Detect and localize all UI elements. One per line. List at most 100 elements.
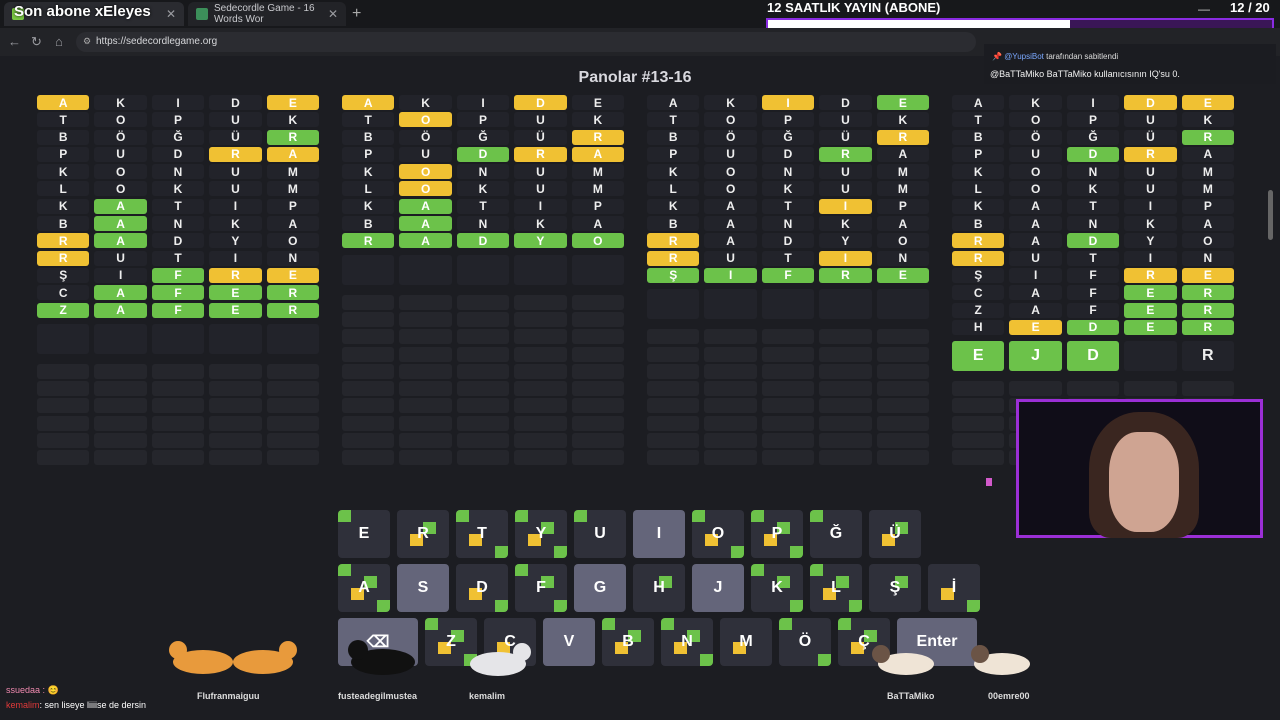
- letter-tile: [37, 415, 90, 431]
- key-T[interactable]: T: [456, 510, 508, 558]
- guess-row: BANKA: [647, 216, 930, 233]
- home-icon[interactable]: ⌂: [55, 34, 63, 49]
- key-L[interactable]: L: [810, 564, 862, 612]
- cat-username: Flufranmaiguu: [197, 691, 260, 701]
- guess-row: BÖĞÜR: [647, 129, 930, 147]
- letter-tile: [456, 346, 510, 362]
- key-O[interactable]: O: [692, 510, 744, 558]
- board-status-marker: [495, 600, 508, 612]
- key-label: Ğ: [829, 525, 843, 542]
- letter-tile: R: [952, 233, 1005, 249]
- stream-goal-title: 12 SAATLIK YAYIN (ABONE): [767, 0, 941, 15]
- key-Ş[interactable]: Ş: [869, 564, 921, 612]
- key-S[interactable]: S: [397, 564, 449, 612]
- letter-tile: K: [1124, 216, 1177, 232]
- letter-tile: N: [151, 216, 205, 232]
- letter-tile: R: [1181, 319, 1235, 335]
- scrollbar-thumb[interactable]: [1268, 190, 1273, 240]
- key-K[interactable]: K: [751, 564, 803, 612]
- letter-tile: T: [761, 250, 815, 266]
- letter-tile: K: [456, 181, 510, 197]
- letter-tile: [571, 363, 625, 379]
- key-Y[interactable]: Y: [515, 510, 567, 558]
- new-tab-icon[interactable]: +: [352, 5, 361, 23]
- guess-row: BÖĞÜR: [952, 129, 1235, 147]
- board-14: AKIDETOPUKBÖĞÜRPUDRAKONUMLOKUMKATIPBANKA…: [342, 95, 625, 468]
- key-I[interactable]: I: [633, 510, 685, 558]
- guess-row: KATIP: [37, 198, 320, 216]
- key-J[interactable]: J: [692, 564, 744, 612]
- letter-tile: B: [37, 216, 90, 232]
- key-label: Ç: [858, 633, 870, 650]
- close-tab-icon[interactable]: ✕: [166, 7, 176, 21]
- key-A[interactable]: A: [338, 564, 390, 612]
- guess-row: ŞIFRE: [37, 267, 320, 285]
- close-tab-icon[interactable]: ✕: [328, 7, 338, 21]
- key-E[interactable]: E: [338, 510, 390, 558]
- guess-row: RUTIN: [952, 250, 1235, 268]
- key-M[interactable]: M: [720, 618, 772, 666]
- guess-row: RUTIN: [37, 250, 320, 268]
- guess-row: [37, 415, 320, 433]
- letter-tile: P: [456, 112, 510, 128]
- key-label: H: [653, 579, 665, 596]
- letter-tile: A: [94, 198, 147, 214]
- letter-tile: [266, 450, 320, 466]
- letter-tile: U: [1124, 164, 1177, 180]
- letter-tile: U: [704, 146, 757, 162]
- letter-tile: Ğ: [456, 129, 510, 145]
- key-F[interactable]: F: [515, 564, 567, 612]
- url-field[interactable]: ⚙ https://sedecordlegame.org: [76, 32, 976, 52]
- guess-row: [342, 254, 625, 291]
- letter-tile: O: [399, 112, 452, 128]
- key-V[interactable]: V: [543, 618, 595, 666]
- key-G[interactable]: G: [574, 564, 626, 612]
- guess-row: KATIP: [342, 198, 625, 216]
- letter-tile: A: [399, 198, 452, 214]
- board-status-marker: [554, 600, 567, 612]
- key-label: I: [656, 525, 662, 542]
- key-N[interactable]: N: [661, 618, 713, 666]
- letter-tile: A: [1009, 198, 1062, 214]
- letter-tile: N: [456, 164, 510, 180]
- key-P[interactable]: P: [751, 510, 803, 558]
- board-status-marker: [495, 546, 508, 558]
- letter-tile: K: [704, 95, 757, 110]
- guess-row: RADYO: [37, 233, 320, 250]
- board-status-marker: [751, 564, 764, 576]
- key-İ[interactable]: İ: [928, 564, 980, 612]
- minimize-icon[interactable]: —: [1198, 2, 1210, 16]
- letter-tile: [761, 346, 815, 362]
- guess-row: ZAFER: [952, 302, 1235, 320]
- key-U[interactable]: U: [574, 510, 626, 558]
- key-D[interactable]: D: [456, 564, 508, 612]
- guess-row: LOKUM: [37, 181, 320, 198]
- letter-tile: [399, 363, 452, 379]
- key-R[interactable]: R: [397, 510, 449, 558]
- letter-tile: D: [1066, 341, 1120, 372]
- key-B[interactable]: B: [602, 618, 654, 666]
- guess-row: [37, 398, 320, 415]
- key-H[interactable]: H: [633, 564, 685, 612]
- tab-sedecordle[interactable]: Sedecordle Game - 16 Words Wor ✕: [188, 2, 346, 26]
- key-Ğ[interactable]: Ğ: [810, 510, 862, 558]
- mouse-cursor-icon: [986, 478, 992, 486]
- reload-icon[interactable]: ↻: [31, 34, 42, 50]
- letter-tile: P: [952, 146, 1005, 162]
- key-Ü[interactable]: Ü: [869, 510, 921, 558]
- letter-tile: E: [209, 302, 262, 318]
- board-status-marker: [751, 510, 764, 522]
- letter-tile: O: [94, 164, 147, 180]
- letter-tile: [151, 450, 205, 466]
- letter-tile: Ş: [37, 267, 90, 283]
- key-Ö[interactable]: Ö: [779, 618, 831, 666]
- letter-tile: [266, 323, 320, 354]
- letter-tile: J: [1009, 341, 1062, 372]
- letter-tile: T: [151, 198, 205, 214]
- letter-tile: R: [1181, 302, 1235, 318]
- letter-tile: R: [37, 233, 90, 249]
- letter-tile: [209, 363, 262, 379]
- back-icon[interactable]: ←: [8, 34, 21, 49]
- letter-tile: R: [37, 250, 90, 266]
- letter-tile: [704, 433, 757, 449]
